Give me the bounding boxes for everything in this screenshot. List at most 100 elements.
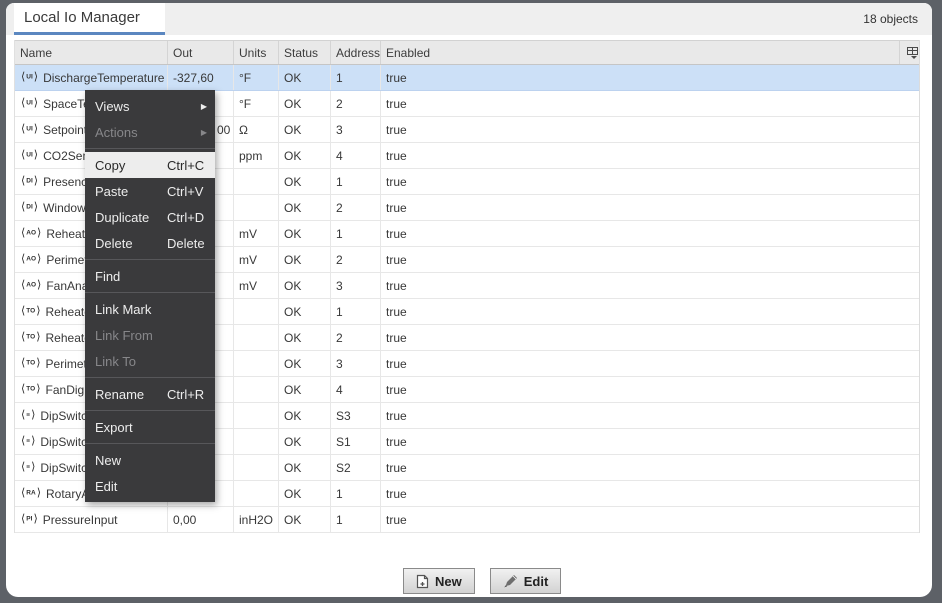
menu-item-edit[interactable]: Edit <box>85 473 215 499</box>
units-cell: Ω <box>234 117 279 142</box>
point-name: FanDigit <box>46 383 91 397</box>
status-cell: OK <box>279 195 331 220</box>
to-point-icon: TO <box>21 306 41 317</box>
status-cell: OK <box>279 273 331 298</box>
dipswitch-point-icon: ≡ <box>21 462 35 473</box>
units-cell <box>234 195 279 220</box>
status-cell: OK <box>279 169 331 194</box>
menu-item-rename[interactable]: RenameCtrl+R <box>85 381 215 407</box>
name-cell: PI PressureInput <box>15 507 168 532</box>
ui-point-icon: UI <box>21 98 38 109</box>
column-header-label: Enabled <box>386 46 430 60</box>
menu-item-paste[interactable]: PasteCtrl+V <box>85 178 215 204</box>
column-header-address[interactable]: Address <box>331 41 381 64</box>
units-cell: mV <box>234 247 279 272</box>
status-cell: OK <box>279 65 331 90</box>
menu-item-label: Export <box>95 420 167 435</box>
menu-item-label: Duplicate <box>95 210 167 225</box>
menu-item-export[interactable]: Export <box>85 414 215 440</box>
tab-strip: Local Io Manager 18 objects <box>6 3 932 35</box>
point-name: PressureInput <box>43 513 118 527</box>
ui-point-icon: UI <box>21 124 38 135</box>
context-menu: Views▶Actions▶CopyCtrl+CPasteCtrl+VDupli… <box>85 90 215 502</box>
menu-item-new[interactable]: New <box>85 447 215 473</box>
units-cell: inH2O <box>234 507 279 532</box>
address-cell: 1 <box>331 65 381 90</box>
menu-group: RenameCtrl+R <box>85 377 215 410</box>
enabled-cell: true <box>381 169 919 194</box>
address-cell: 2 <box>331 247 381 272</box>
pencil-icon <box>503 574 518 588</box>
page-title: Local Io Manager <box>24 9 140 26</box>
enabled-cell: true <box>381 429 919 454</box>
menu-item-shortcut: Ctrl+C <box>167 158 207 173</box>
menu-group: New Edit <box>85 443 215 502</box>
enabled-cell: true <box>381 351 919 376</box>
point-name: DipSwitc <box>40 409 87 423</box>
local-io-manager-window: Local Io Manager 18 objects Name Out Uni… <box>6 3 932 597</box>
menu-item-label: Find <box>95 269 167 284</box>
menu-group: Link Mark Link From Link To <box>85 292 215 377</box>
menu-item-label: Edit <box>95 479 167 494</box>
menu-item-label: New <box>95 453 167 468</box>
menu-item-label: Copy <box>95 158 167 173</box>
column-selector-icon[interactable] <box>900 41 919 64</box>
point-name: SpaceTe <box>43 97 90 111</box>
ao-point-icon: AO <box>21 280 41 291</box>
column-header-label: Address <box>336 46 380 60</box>
column-header-out[interactable]: Out <box>168 41 234 64</box>
menu-item-find[interactable]: Find <box>85 263 215 289</box>
address-cell: 2 <box>331 91 381 116</box>
menu-item-delete[interactable]: DeleteDelete <box>85 230 215 256</box>
tab-local-io-manager[interactable]: Local Io Manager <box>14 3 165 35</box>
menu-item-actions: Actions▶ <box>85 119 215 145</box>
column-header-name[interactable]: Name <box>15 41 168 64</box>
ui-point-icon: UI <box>21 72 38 83</box>
column-header-status[interactable]: Status <box>279 41 331 64</box>
address-cell: 1 <box>331 481 381 506</box>
button-bar: New Edit <box>403 568 561 594</box>
address-cell: S3 <box>331 403 381 428</box>
menu-item-copy[interactable]: CopyCtrl+C <box>85 152 215 178</box>
pi-point-icon: PI <box>21 514 38 525</box>
enabled-cell: true <box>381 143 919 168</box>
enabled-cell: true <box>381 91 919 116</box>
units-cell: ppm <box>234 143 279 168</box>
menu-group: CopyCtrl+CPasteCtrl+VDuplicateCtrl+DDele… <box>85 148 215 259</box>
edit-button[interactable]: Edit <box>490 568 562 594</box>
enabled-cell: true <box>381 455 919 480</box>
menu-group: Export <box>85 410 215 443</box>
enabled-cell: true <box>381 273 919 298</box>
status-cell: OK <box>279 221 331 246</box>
menu-item-duplicate[interactable]: DuplicateCtrl+D <box>85 204 215 230</box>
menu-item-label: Link From <box>95 328 167 343</box>
address-cell: 1 <box>331 221 381 246</box>
menu-item-views[interactable]: Views▶ <box>85 93 215 119</box>
enabled-cell: true <box>381 403 919 428</box>
status-cell: OK <box>279 377 331 402</box>
out-cell: -327,60 <box>168 65 234 90</box>
enabled-cell: true <box>381 507 919 532</box>
column-header-enabled[interactable]: Enabled <box>381 41 900 64</box>
units-cell <box>234 325 279 350</box>
menu-group: Views▶Actions▶ <box>85 90 215 148</box>
new-button[interactable]: New <box>403 568 475 594</box>
dipswitch-point-icon: ≡ <box>21 436 35 447</box>
menu-item-link-to: Link To <box>85 348 215 374</box>
enabled-cell: true <box>381 481 919 506</box>
table-row[interactable]: UI DischargeTemperature -327,60 °F OK 1 … <box>15 65 919 91</box>
menu-item-link-mark[interactable]: Link Mark <box>85 296 215 322</box>
address-cell: 4 <box>331 377 381 402</box>
address-cell: 3 <box>331 273 381 298</box>
menu-item-label: Actions <box>95 125 167 140</box>
enabled-cell: true <box>381 221 919 246</box>
menu-item-label: Rename <box>95 387 167 402</box>
units-cell <box>234 299 279 324</box>
menu-item-shortcut: Ctrl+V <box>167 184 207 199</box>
column-header-units[interactable]: Units <box>234 41 279 64</box>
address-cell: 1 <box>331 507 381 532</box>
enabled-cell: true <box>381 117 919 142</box>
status-cell: OK <box>279 247 331 272</box>
ra-point-icon: RA <box>21 488 41 499</box>
table-row[interactable]: PI PressureInput 0,00 inH2O OK 1 true <box>15 507 919 533</box>
